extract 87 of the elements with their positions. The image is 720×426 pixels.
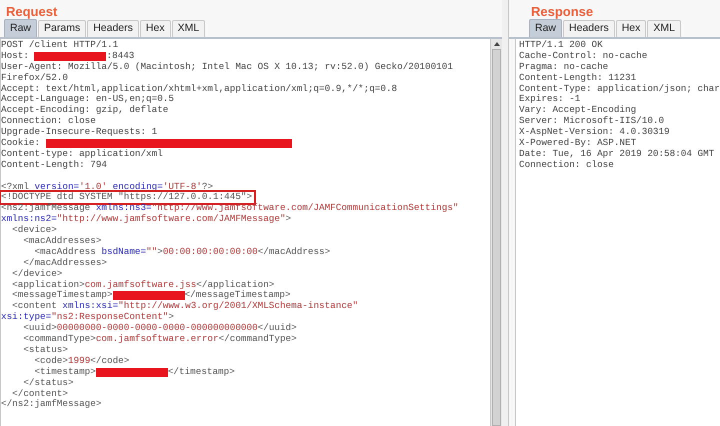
code-line: Pragma: no-cache [519,62,610,73]
code-text: :8443 [106,50,134,62]
code-text: </device> [11,268,62,280]
code-text: > [286,214,292,226]
tab[interactable]: Raw [529,19,562,37]
code-text: </uuid> [258,323,297,334]
tab[interactable]: Headers [87,20,139,37]
code-text: </timestamp> [168,366,235,378]
code-text: com.jamfsoftware.jss [84,280,196,290]
code-text: </content> [11,388,68,399]
code-text: Connection: close [1,116,96,127]
code-text: POST /client HTTP/1.1 [1,40,118,51]
code-text: <application> [11,280,85,290]
code-text: </code> [90,356,130,367]
code-text: 1999 [68,356,90,367]
code-text: xmlns:ns3= [96,203,152,214]
code-text: 00:00:00:00:00:00 [162,246,258,258]
scrollbar[interactable] [490,39,502,426]
code-text: <uuid> [22,323,57,334]
panel-title: Request [5,3,58,19]
code-text: Upgrade-Insecure-Requests: 1 [1,127,158,138]
code-line: HTTP/1.1 200 OK [519,40,604,51]
code-text: Accept-Encoding: gzip, deflate [1,105,168,116]
tab[interactable]: XML [647,20,681,37]
tab[interactable]: Headers [563,20,615,37]
code-text: </macAddresses> [22,258,108,269]
code-text: <code> [33,356,68,367]
code-text: "http://www.w3.org/2001/XMLSchema-instance" [118,301,358,312]
panel-title: Response [530,3,594,19]
code-text: xmlns:ns2= [1,214,57,225]
code-text: </status> [22,378,74,389]
code-text: </application> [196,280,274,290]
code-line: X-Powered-By: ASP.NET [519,138,638,149]
code-text: "ns2:ResponseContent" [51,312,168,323]
scroll-thumb[interactable] [492,49,501,426]
tab[interactable]: XML [172,20,206,37]
code-text: com.jamfsoftware.error [96,334,219,345]
tab[interactable]: Raw [4,19,38,37]
code-text: "http://www.jamfsoftware.com/JAMFCommunicationSettings" [152,203,458,214]
code-text: <status> [22,344,68,356]
code-line: Date: Tue, 16 Apr 2019 20:58:04 GMT [519,148,716,160]
code-text: xsi:type= [1,312,52,323]
code-text: <content [11,301,58,312]
tab[interactable]: Hex [140,20,171,37]
code-text: <ns2:jamfMessage [1,203,92,214]
code-text: <timestamp> [33,366,96,378]
tab[interactable]: Hex [616,20,646,37]
code-line: X-AspNet-Version: 4.0.30319 [519,127,671,138]
code-text: "http://www.jamfsoftware.com/JAMFMessage" [56,214,286,226]
code-text: <messageTimestamp> [11,290,113,301]
tab[interactable]: Params [38,20,86,37]
code-text: "" [146,246,158,258]
code-text: Host: [1,50,30,62]
code-text: Accept: text/html,application/xhtml+xml,application/xml;q=0.9,*/*;q=0.8 [1,84,398,94]
code-text: <device> [11,225,57,236]
code-text: <commandType> [22,334,96,345]
code-text: <!DOCTYPE dtd SYSTEM "https://127.0.0.1:445"> [1,192,252,203]
code-line: Connection: close [519,160,615,171]
code-text: version= [34,182,80,192]
code-text: bsdName= [101,246,146,258]
code-text: Content-Length: 794 [1,160,108,171]
code-text: 'UTF-8' [162,182,202,192]
code-text: </ns2:jamfMessage> [1,399,102,410]
code-text: User-Agent: Mozilla/5.0 (Macintosh; Intel Mac OS X 10.13; rv:52.0) Gecko/20100101 [1,62,453,73]
code-text: 00000000-0000-0000-0000-000000000000 [56,323,258,334]
code-text: ?> [202,182,214,192]
code-text: '1.0' [79,182,108,192]
code-text: Accept-Language: en-US,en;q=0.5 [1,94,174,105]
code-text: Cookie: [1,138,42,149]
code-line: Content-Length: 11231 [519,72,638,84]
code-line: Server: Microsoft-IIS/10.0 [519,116,666,127]
code-text: <macAddress [33,246,97,258]
code-text: Firefox/52.0 [1,72,68,84]
code-text: > [157,246,163,258]
code-line: Expires: -1 [519,94,582,105]
code-line: Content-Type: application/json; char [519,84,720,94]
code-line: Vary: Accept-Encoding [519,105,638,116]
code-text: xmlns:xsi= [62,301,118,312]
code-line: Cache-Control: no-cache [519,50,648,62]
code-text: </messageTimestamp> [184,290,291,301]
code-text: <?xml [1,182,30,192]
code-text: encoding= [112,182,163,192]
code-text: </commandType> [218,334,297,345]
code-text: <macAddresses> [22,236,102,247]
code-text: > [168,312,174,324]
code-text: Content-type: application/xml [1,148,163,160]
code-text: </macAddress> [258,246,330,258]
